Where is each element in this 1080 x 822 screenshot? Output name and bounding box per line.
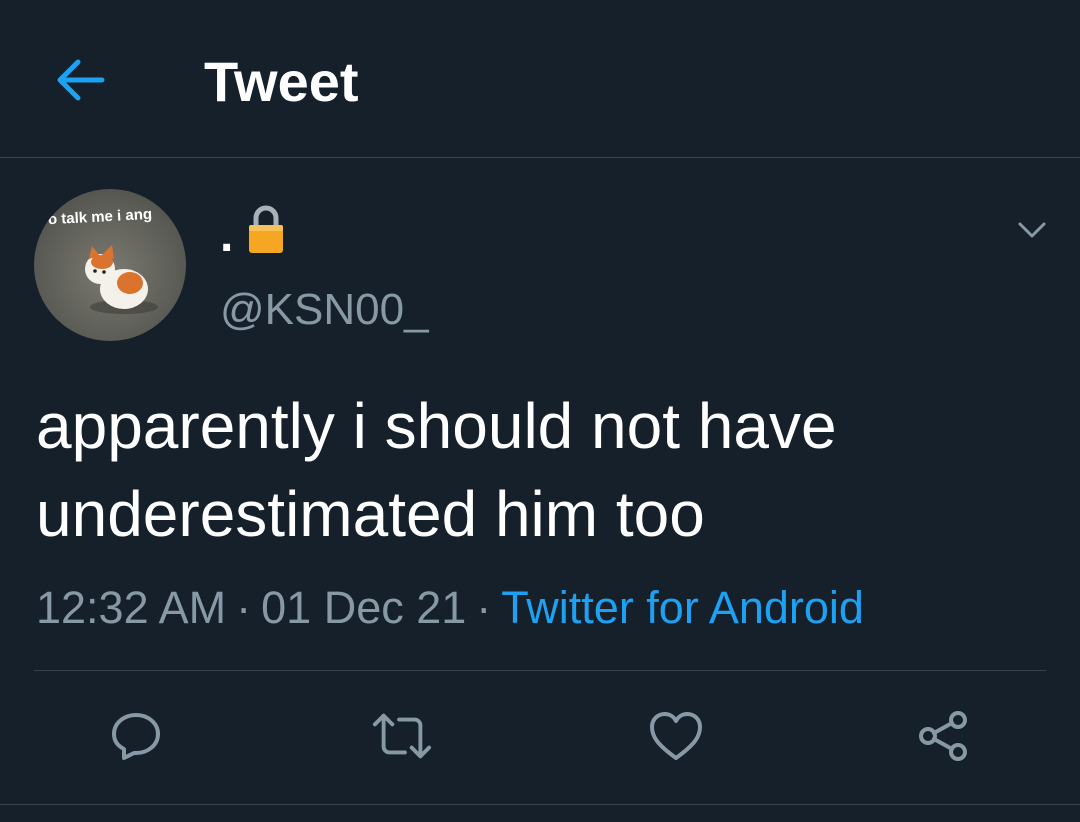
tweet-meta: 12:32 AM · 01 Dec 21 · Twitter for Android [36,578,864,638]
reply-button[interactable] [106,706,166,766]
tweet-text: apparently i should not have underestima… [36,390,837,550]
tweet-source-link[interactable]: Twitter for Android [501,582,864,633]
avatar[interactable]: o talk me i ang [34,189,186,341]
lock-icon [247,203,285,267]
display-name[interactable]: . [220,200,285,270]
chevron-down-icon [1018,222,1046,238]
more-options-button[interactable] [1010,210,1054,250]
retweet-button[interactable] [372,706,432,766]
divider [34,670,1046,671]
share-icon [919,711,967,761]
back-button[interactable] [52,52,108,108]
separator: · [236,582,252,633]
arrow-left-icon [57,59,105,101]
separator: · [476,582,492,633]
share-button[interactable] [914,706,974,766]
display-name-text: . [220,208,234,262]
tweet-time: 12:32 AM [36,582,227,633]
user-handle[interactable]: @KSN00_ [220,282,429,338]
like-icon [650,712,702,760]
divider [0,804,1080,805]
page-title: Tweet [204,50,359,113]
reply-icon [112,713,160,760]
top-bar: Tweet [0,0,1080,158]
retweet-icon [372,713,432,759]
tweet-date: 01 Dec 21 [261,582,467,633]
like-button[interactable] [646,706,706,766]
